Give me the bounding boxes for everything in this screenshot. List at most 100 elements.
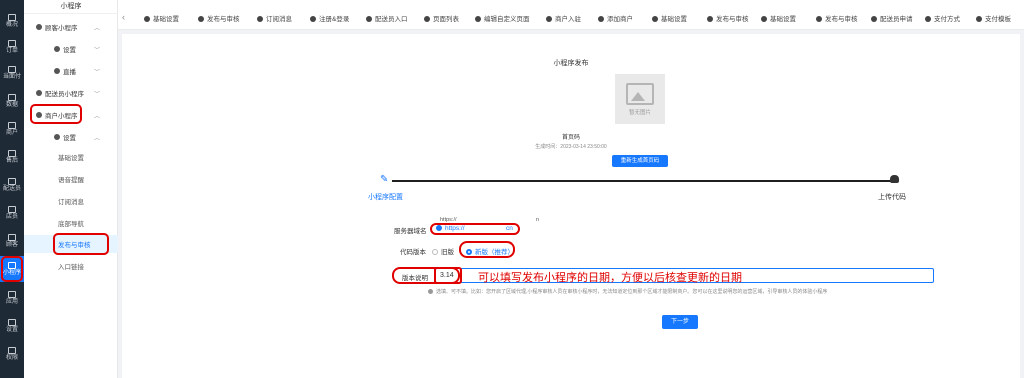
clerk-icon — [8, 205, 16, 213]
menu-item-entry-link[interactable]: 入口链接 — [24, 257, 118, 275]
rail-item-facepay[interactable]: 当面付 — [0, 60, 24, 86]
tab-icon — [475, 15, 481, 22]
version-old-option[interactable]: 旧版 — [432, 246, 454, 256]
radio-selected-icon — [466, 249, 472, 255]
tab-item[interactable]: 配送员入口 — [366, 14, 408, 26]
rail-item-data[interactable]: 数据 — [0, 88, 24, 114]
chevron-down-icon: ﹀ — [93, 47, 100, 54]
tab-icon — [257, 15, 263, 22]
merchant-icon — [8, 121, 16, 129]
gear-icon — [54, 134, 60, 140]
version-note-label: 版本说明 — [402, 275, 428, 282]
tab-item[interactable]: 页面列表 — [424, 14, 459, 26]
tab-item[interactable]: 商户入驻 — [546, 14, 581, 26]
tab-item[interactable]: 支付方式 — [925, 14, 960, 26]
tab-icon — [424, 15, 430, 22]
tab-icon — [816, 15, 822, 22]
permission-icon — [8, 346, 16, 354]
rail-item-aftersale[interactable]: 售后 — [0, 144, 24, 170]
no-image-text: 暂无图片 — [628, 109, 651, 116]
tab-item[interactable]: 基础设置 — [652, 14, 687, 26]
data-icon — [8, 93, 16, 101]
tab-item[interactable]: 支付模板 — [976, 14, 1011, 26]
tab-item[interactable]: 发布与审核 — [816, 14, 858, 26]
next-step-button[interactable]: 下一步 — [662, 315, 698, 329]
tab-item[interactable]: 订阅消息 — [257, 14, 292, 26]
overview-icon — [8, 13, 16, 21]
home-code-label: 首页码 — [561, 135, 580, 141]
radio-icon — [432, 249, 438, 255]
server-domain-option[interactable]: https:// — [436, 225, 465, 232]
rail-item-permission[interactable]: 权限 — [0, 341, 24, 367]
rail-highlight — [1, 256, 23, 282]
version-new-option[interactable]: 新版（推荐） — [466, 246, 514, 256]
step-progress-line — [392, 180, 892, 182]
generation-time: 生成时间：2023-03-14 23:50:00 — [535, 144, 607, 150]
qrcode-placeholder: 暂无图片 — [615, 74, 665, 124]
tab-icon — [546, 15, 552, 22]
publish-panel: 小程序发布 暂无图片 首页码 生成时间：2023-03-14 23:50:00 … — [122, 34, 1020, 378]
tab-bar: ‹ 基础设置 发布与审核 订阅消息 注册&登录 配送员入口 页面列表 编辑自定义… — [118, 0, 1024, 30]
red-annotation: 可以填写发布小程序的日期，方便以后核查更新的日期 — [478, 271, 742, 284]
rail-item-apps[interactable]: 应用 — [0, 285, 24, 311]
chevron-up-icon: ︿ — [93, 113, 100, 120]
menu-item-customer-settings[interactable]: 设置 ﹀ — [24, 40, 118, 58]
rail-item-overview[interactable]: 概况 — [0, 8, 24, 34]
chevron-down-icon: ﹀ — [93, 91, 100, 98]
edit-icon: ✎ — [380, 174, 389, 185]
courier-app-icon — [36, 90, 42, 96]
chevron-up-icon: ︿ — [93, 25, 100, 32]
tab-icon — [652, 15, 658, 22]
settings-icon — [8, 318, 16, 326]
code-version-label: 代码版本 — [400, 249, 426, 256]
menu-item-bottom-nav[interactable]: 底部导航 — [24, 214, 118, 232]
tab-item[interactable]: 基础设置 — [761, 14, 796, 26]
version-note-value-highlight — [434, 267, 462, 284]
tab-item[interactable]: 发布与审核 — [198, 14, 240, 26]
customer-app-icon — [36, 24, 42, 30]
tab-item[interactable]: 注册&登录 — [310, 14, 349, 26]
rail-item-courier[interactable]: 配送员 — [0, 172, 24, 198]
tab-icon — [925, 15, 931, 22]
step-config: 小程序配置 — [368, 194, 403, 201]
server-domain-label: 服务器域名 — [394, 228, 427, 235]
publish-review-highlight — [53, 233, 109, 255]
tab-icon — [761, 15, 767, 22]
tab-icon — [144, 15, 150, 22]
chevron-up-icon: ︿ — [93, 135, 100, 142]
menu-item-customer-app[interactable]: 顾客小程序 ︿ — [24, 18, 118, 36]
menu-item-voice-reminder[interactable]: 语音提醒 — [24, 170, 118, 188]
customer-icon — [8, 233, 16, 241]
step-upload: 上传代码 — [878, 194, 906, 201]
menu-item-live[interactable]: 直播 ﹀ — [24, 62, 118, 80]
rail-item-settings[interactable]: 设置 — [0, 313, 24, 339]
regenerate-button[interactable]: 重新生成首页码 — [612, 155, 668, 167]
menu-title: 小程序 — [24, 0, 118, 14]
tab-item[interactable]: 发布与审核 — [707, 14, 749, 26]
rail-item-customer[interactable]: 顾客 — [0, 228, 24, 254]
menu-item-merchant-settings[interactable]: 设置 ︿ — [24, 128, 118, 146]
server-domain-existing-tail: n — [536, 217, 540, 223]
tab-icon — [976, 15, 982, 22]
version-note-hint: 选填、可不填。比如：您开启了区域代理,小程序审核人员在审核小程序时，无法知道定位… — [428, 288, 827, 295]
server-domain-tail: cn — [506, 225, 513, 232]
tab-item[interactable]: 配送员申请 — [871, 14, 913, 26]
chevron-down-icon: ﹀ — [93, 69, 100, 76]
menu-item-subscription[interactable]: 订阅消息 — [24, 192, 118, 210]
tab-item[interactable]: 基础设置 — [144, 14, 179, 26]
rail-item-order[interactable]: 订单 — [0, 34, 24, 60]
page-title: 小程序发布 — [553, 60, 589, 67]
tab-icon — [366, 15, 372, 22]
menu-item-courier-app[interactable]: 配送员小程序 ﹀ — [24, 84, 118, 102]
apps-icon — [8, 290, 16, 298]
chevron-left-icon[interactable]: ‹ — [122, 12, 125, 22]
tab-item[interactable]: 添加商户 — [598, 14, 633, 26]
tab-item[interactable]: 编辑自定义页面 — [475, 14, 530, 26]
rail-item-clerk[interactable]: 店员 — [0, 200, 24, 226]
cloud-upload-icon — [890, 175, 899, 183]
rail-item-merchant[interactable]: 商户 — [0, 116, 24, 142]
menu-item-basic-settings[interactable]: 基础设置 — [24, 148, 118, 166]
courier-icon — [8, 177, 16, 185]
facepay-icon — [8, 65, 16, 73]
aftersale-icon — [8, 149, 16, 157]
